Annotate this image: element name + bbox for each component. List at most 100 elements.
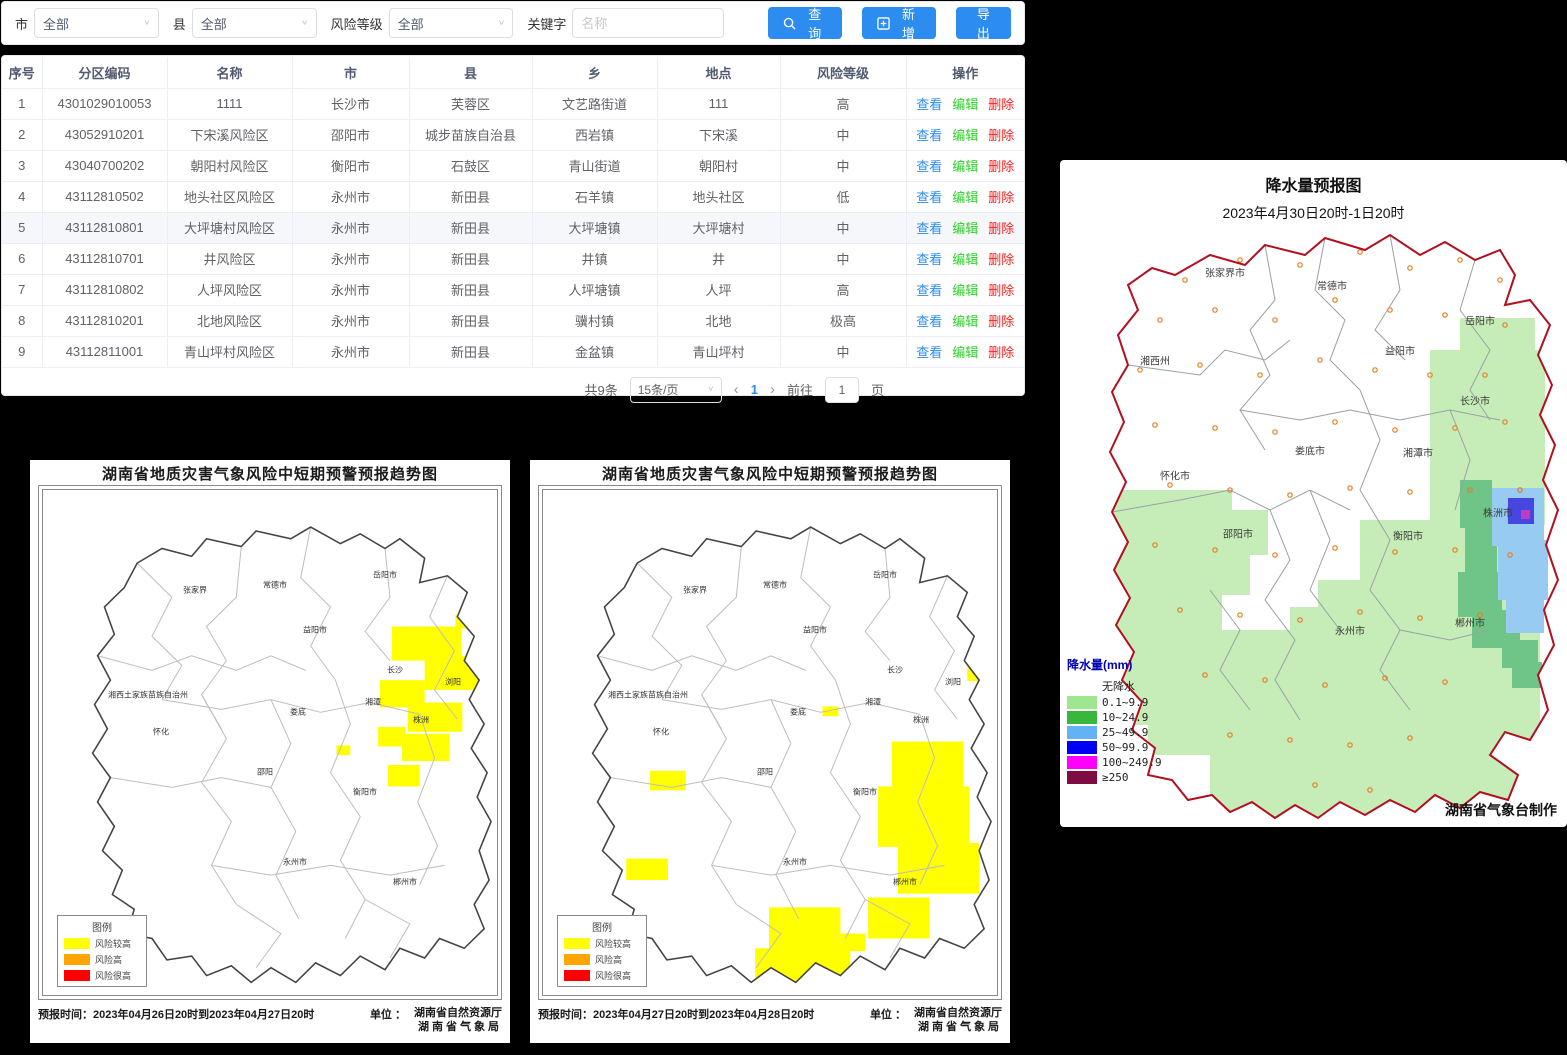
city-label: 株洲 (413, 715, 429, 726)
cell-zone-code: 43040700202 (42, 150, 167, 181)
legend-label: 25~49.9 (1102, 726, 1148, 739)
pagination-total: 共9条 (585, 380, 618, 399)
delete-link[interactable]: 删除 (988, 159, 1014, 174)
city-label: 怀化 (153, 727, 169, 738)
view-link[interactable]: 查看 (916, 128, 942, 143)
forecast-map-title: 湖南省地质灾害气象风险中短期预警预报趋势图 (30, 460, 510, 484)
view-link[interactable]: 查看 (916, 159, 942, 174)
delete-link[interactable]: 删除 (988, 97, 1014, 112)
city-label: 张家界 (683, 585, 707, 596)
city-select[interactable]: 全部 ˅ (34, 8, 159, 38)
view-link[interactable]: 查看 (916, 221, 942, 236)
legend-label: 风险很高 (95, 969, 131, 982)
prev-page-button[interactable]: ‹ (734, 382, 739, 397)
edit-link[interactable]: 编辑 (952, 190, 978, 205)
city-label: 湘潭市 (1403, 445, 1433, 460)
forecast-map-frame: 湘西土家族苗族自治州张家界常德市岳阳市益阳市长沙浏阳娄底湘潭株洲怀化邵阳衡阳市永… (38, 485, 502, 1000)
goto-page-input[interactable] (825, 377, 859, 403)
table-header-cell: 风险等级 (780, 57, 906, 88)
delete-link[interactable]: 删除 (988, 190, 1014, 205)
cell-township: 金盆镇 (532, 336, 657, 367)
delete-link[interactable]: 删除 (988, 314, 1014, 329)
page-number[interactable]: 1 (751, 382, 758, 397)
legend-swatch (1067, 711, 1097, 724)
cell-county: 新田县 (409, 181, 532, 212)
cell-index: 2 (2, 119, 42, 150)
chevron-down-icon: ˅ (302, 19, 308, 28)
city-label: 益阳市 (1385, 343, 1415, 358)
cell-name: 青山坪村风险区 (167, 336, 292, 367)
city-label: 永州市 (783, 857, 807, 868)
keyword-input[interactable] (572, 8, 724, 38)
delete-link[interactable]: 删除 (988, 252, 1014, 267)
legend-swatch (64, 938, 90, 949)
keyword-filter-label: 关键字 (527, 14, 566, 33)
city-label: 娄底 (290, 707, 306, 718)
view-link[interactable]: 查看 (916, 190, 942, 205)
legend-item: 风险较高 (64, 937, 140, 950)
forecast-map-panel-1: 湖南省地质灾害气象风险中短期预警预报趋势图 (30, 460, 510, 1043)
city-label: 浏阳 (445, 677, 461, 688)
city-label: 邵阳 (757, 767, 773, 778)
cell-risk-level: 低 (780, 181, 906, 212)
view-link[interactable]: 查看 (916, 97, 942, 112)
delete-link[interactable]: 删除 (988, 128, 1014, 143)
edit-link[interactable]: 编辑 (952, 314, 978, 329)
edit-link[interactable]: 编辑 (952, 221, 978, 236)
cell-zone-code: 43112811001 (42, 336, 167, 367)
risk-area-table-panel: 序号分区编码名称市县乡地点风险等级操作 1 4301029010053 1111… (1, 55, 1025, 396)
county-filter-label: 县 (173, 14, 186, 33)
edit-link[interactable]: 编辑 (952, 97, 978, 112)
view-link[interactable]: 查看 (916, 345, 942, 360)
page-size-select[interactable]: 15条/页 ˅ (630, 377, 722, 403)
edit-link[interactable]: 编辑 (952, 159, 978, 174)
edit-link[interactable]: 编辑 (952, 252, 978, 267)
table-header-cell: 地点 (657, 57, 780, 88)
delete-link[interactable]: 删除 (988, 283, 1014, 298)
cell-township: 大坪塘镇 (532, 212, 657, 243)
table-row: 4 43112810502 地头社区风险区 永州市 新田县 石羊镇 地头社区 低… (2, 181, 1024, 212)
cell-zone-code: 4301029010053 (42, 88, 167, 119)
add-button[interactable]: 新增 (862, 7, 936, 39)
city-label: 岳阳市 (1465, 313, 1495, 328)
filter-bar: 市 全部 ˅ 县 全部 ˅ 风险等级 全部 ˅ 关键字 查询 新增 导出 (1, 1, 1025, 45)
search-icon (783, 17, 796, 30)
risk-level-select[interactable]: 全部 ˅ (389, 8, 514, 38)
delete-link[interactable]: 删除 (988, 221, 1014, 236)
legend-item: 100~249.9 (1067, 756, 1162, 769)
cell-actions: 查看编辑删除 (906, 243, 1024, 274)
edit-link[interactable]: 编辑 (952, 128, 978, 143)
cell-name: 北地风险区 (167, 305, 292, 336)
city-label: 常德市 (1317, 278, 1347, 293)
view-link[interactable]: 查看 (916, 314, 942, 329)
city-label: 株洲 (913, 715, 929, 726)
cell-actions: 查看编辑删除 (906, 181, 1024, 212)
cell-zone-code: 43052910201 (42, 119, 167, 150)
cell-county: 城步苗族自治县 (409, 119, 532, 150)
search-button[interactable]: 查询 (768, 7, 842, 39)
next-page-button[interactable]: › (770, 382, 775, 397)
edit-link[interactable]: 编辑 (952, 345, 978, 360)
pagination: 共9条 15条/页 ˅ ‹ 1 › 前往 页 (2, 368, 1024, 403)
cell-risk-level: 高 (780, 274, 906, 305)
cell-risk-level: 中 (780, 212, 906, 243)
view-link[interactable]: 查看 (916, 252, 942, 267)
unit-org-1: 湖南省自然资源厅 (914, 1006, 1002, 1020)
delete-link[interactable]: 删除 (988, 345, 1014, 360)
unit-org-1: 湖南省自然资源厅 (414, 1006, 502, 1020)
cell-city: 长沙市 (292, 88, 409, 119)
export-button[interactable]: 导出 (956, 7, 1011, 39)
cell-index: 9 (2, 336, 42, 367)
city-label: 湘西土家族苗族自治州 (108, 690, 188, 701)
forecast-map-panel-2: 湖南省地质灾害气象风险中短期预警预报趋势图 (530, 460, 1010, 1043)
county-select[interactable]: 全部 ˅ (192, 8, 317, 38)
unit-label: 单位 ： (870, 1006, 906, 1035)
table-row: 7 43112810802 人坪风险区 永州市 新田县 人坪塘镇 人坪 高 查看… (2, 274, 1024, 305)
legend-item: 风险很高 (64, 969, 140, 982)
forecast-map-frame: 湘西土家族苗族自治州张家界常德市岳阳市益阳市长沙浏阳娄底湘潭株洲怀化邵阳衡阳市永… (538, 485, 1002, 1000)
edit-link[interactable]: 编辑 (952, 283, 978, 298)
cell-actions: 查看编辑删除 (906, 212, 1024, 243)
cell-county: 新田县 (409, 243, 532, 274)
view-link[interactable]: 查看 (916, 283, 942, 298)
table-header-cell: 名称 (167, 57, 292, 88)
